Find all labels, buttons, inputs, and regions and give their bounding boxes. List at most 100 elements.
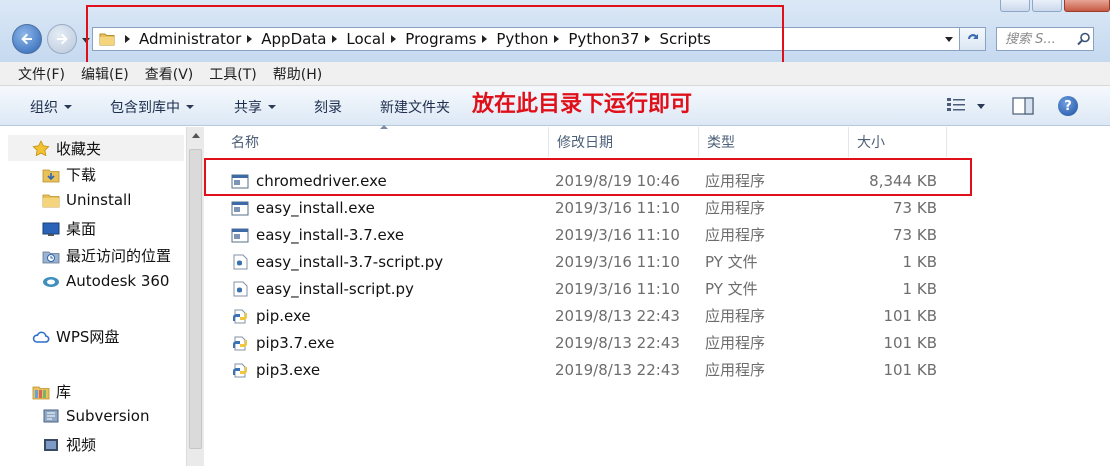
close-button[interactable] (1064, 0, 1110, 12)
column-header-date[interactable]: 修改日期 (549, 127, 699, 157)
refresh-icon (967, 34, 978, 39)
menu-edit[interactable]: 编辑(E) (81, 64, 129, 84)
maximize-button[interactable] (1032, 0, 1062, 12)
autodesk-icon (43, 277, 59, 287)
breadcrumb-item[interactable]: Programs (405, 30, 476, 48)
python-script-icon (233, 281, 248, 297)
file-name[interactable]: pip3.exe (256, 356, 320, 383)
file-row[interactable]: pip3.7.exe 2019/8/13 22:43 应用程序 101 KB (205, 329, 1110, 356)
file-name[interactable]: easy_install.exe (256, 194, 375, 221)
preview-pane-icon[interactable] (1012, 97, 1034, 115)
file-size: 1 KB (902, 252, 937, 271)
nav-library-item[interactable]: 视频 (42, 434, 96, 455)
new-folder-label: 新建文件夹 (380, 100, 450, 116)
breadcrumb-separator-icon[interactable] (125, 35, 130, 43)
change-view-icon[interactable] (946, 96, 966, 112)
file-name[interactable]: easy_install-3.7-script.py (256, 248, 443, 275)
nav-library-item[interactable]: Subversion (42, 407, 150, 425)
file-name[interactable]: chromedriver.exe (256, 167, 387, 194)
breadcrumb-separator-icon[interactable] (247, 35, 253, 43)
breadcrumb-item[interactable]: Local (346, 30, 385, 48)
nav-item[interactable]: 最近访问的位置 (42, 245, 171, 266)
file-row[interactable]: easy_install-3.7-script.py 2019/3/16 11:1… (205, 248, 1110, 275)
column-name-label: 名称 (231, 135, 259, 151)
menu-view[interactable]: 查看(V) (145, 64, 194, 84)
file-name[interactable]: easy_install-3.7.exe (256, 221, 404, 248)
file-name[interactable]: easy_install-script.py (256, 275, 414, 302)
file-row[interactable]: pip3.exe 2019/8/13 22:43 应用程序 101 KB (205, 356, 1110, 383)
file-date: 2019/3/16 11:10 (555, 252, 680, 271)
breadcrumb-separator-icon[interactable] (554, 35, 560, 43)
search-box[interactable] (996, 27, 1094, 51)
menu-help[interactable]: 帮助(H) (273, 64, 322, 84)
address-bar[interactable]: Administrator AppData Local Programs Python P… (92, 27, 960, 51)
breadcrumb-item[interactable]: Scripts (659, 30, 710, 48)
breadcrumb-separator-icon[interactable] (332, 35, 338, 43)
nav-favorites-label: 收藏夹 (56, 139, 102, 158)
menu-tools[interactable]: 工具(T) (209, 64, 256, 84)
nav-library[interactable]: 库 (32, 381, 71, 402)
window-controls (998, 0, 1110, 12)
folder-icon (42, 194, 60, 208)
search-input[interactable] (1005, 31, 1077, 47)
help-button[interactable]: ? (1058, 96, 1078, 116)
nav-wps-label: WPS网盘 (56, 328, 120, 346)
video-icon (44, 438, 58, 451)
new-folder-button[interactable]: 新建文件夹 (380, 97, 450, 117)
include-in-library-button[interactable]: 包含到库中 (110, 97, 194, 117)
file-row[interactable]: easy_install-3.7.exe 2019/3/16 11:10 应用程序 7… (205, 221, 1110, 248)
nav-item[interactable]: Autodesk 360 (42, 272, 169, 290)
breadcrumb-separator-icon[interactable] (391, 35, 397, 43)
scroll-up-icon[interactable] (192, 133, 200, 138)
breadcrumb-item[interactable]: Python37 (568, 30, 639, 48)
file-date: 2019/8/13 22:43 (555, 360, 680, 379)
column-header-size[interactable]: 大小 (849, 127, 947, 157)
organize-button[interactable]: 组织 (30, 97, 72, 117)
file-row[interactable]: easy_install.exe 2019/3/16 11:10 应用程序 73 KB (205, 194, 1110, 221)
navigation-scrollbar[interactable] (186, 127, 204, 466)
scrollbar-thumb[interactable] (189, 149, 202, 449)
star-icon (32, 140, 50, 156)
breadcrumb-item[interactable]: Python (496, 30, 548, 48)
breadcrumb-separator-icon[interactable] (645, 35, 651, 43)
nav-item[interactable]: 下载 (42, 164, 96, 185)
address-history-dropdown-icon[interactable] (945, 37, 953, 42)
burn-button[interactable]: 刻录 (314, 97, 342, 117)
breadcrumb-item[interactable]: Administrator (139, 30, 241, 48)
file-row[interactable]: pip.exe 2019/8/13 22:43 应用程序 101 KB (205, 302, 1110, 329)
file-date: 2019/3/16 11:10 (555, 225, 680, 244)
nav-item-label: 下载 (66, 166, 97, 184)
file-row[interactable]: chromedriver.exe 2019/8/19 10:46 应用程序 8,344… (205, 167, 1110, 194)
file-row[interactable]: easy_install-script.py 2019/3/16 11:10 PY … (205, 275, 1110, 302)
nav-item-label: 桌面 (66, 220, 97, 238)
file-name[interactable]: pip3.7.exe (256, 329, 334, 356)
view-options-dropdown-icon[interactable] (976, 104, 986, 110)
share-button[interactable]: 共享 (234, 97, 276, 117)
annotation-text: 放在此目录下运行即可 (472, 92, 693, 117)
nav-item[interactable]: 桌面 (42, 218, 96, 239)
file-size: 1 KB (902, 279, 937, 298)
breadcrumb: Administrator AppData Local Programs Python P… (121, 30, 713, 48)
organize-label: 组织 (30, 100, 58, 116)
refresh-button[interactable] (960, 27, 986, 51)
title-bar: Administrator AppData Local Programs Python P… (0, 0, 1110, 62)
file-name[interactable]: pip.exe (256, 302, 311, 329)
nav-item[interactable]: Uninstall (42, 191, 131, 209)
menu-file[interactable]: 文件(F) (18, 64, 65, 84)
minimize-button[interactable] (1000, 0, 1030, 12)
column-header-name[interactable]: 名称 (223, 127, 549, 157)
column-header-type[interactable]: 类型 (699, 127, 849, 157)
recent-pages-dropdown-icon[interactable] (82, 36, 90, 44)
breadcrumb-separator-icon[interactable] (482, 35, 488, 43)
nav-item-label: Uninstall (66, 191, 132, 209)
back-button[interactable] (12, 24, 42, 54)
file-type: 应用程序 (705, 307, 766, 325)
share-label: 共享 (234, 100, 262, 116)
file-type: 应用程序 (705, 172, 766, 190)
forward-button[interactable] (47, 24, 77, 54)
nav-favorites[interactable]: 收藏夹 (8, 135, 184, 161)
nav-wps[interactable]: WPS网盘 (32, 326, 119, 347)
python-exe-icon (233, 363, 247, 378)
breadcrumb-item[interactable]: AppData (261, 30, 326, 48)
search-icon[interactable] (1077, 32, 1091, 46)
